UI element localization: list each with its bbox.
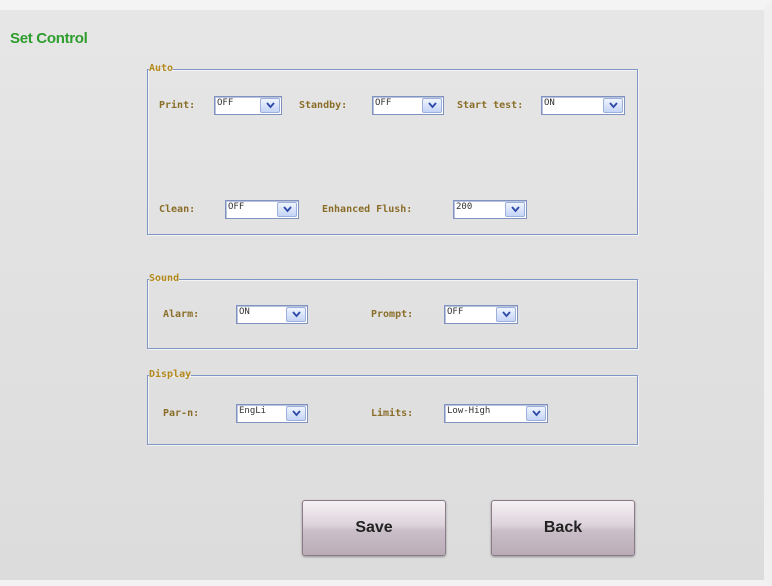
prompt-dropdown[interactable]: OFF [444,305,518,324]
alarm-label: Alarm: [163,309,200,320]
start-test-value: ON [544,98,555,108]
sound-legend: Sound [149,273,180,284]
limits-dropdown[interactable]: Low-High [444,404,548,423]
chevron-down-icon[interactable] [277,202,297,217]
page-title: Set Control [10,30,88,47]
display-legend: Display [149,369,192,380]
chevron-down-icon[interactable] [422,98,442,113]
save-button[interactable]: Save [302,500,446,556]
sound-group: Sound Alarm: ON Prompt: OFF [147,274,638,349]
standby-dropdown[interactable]: OFF [372,96,444,115]
par-n-label: Par-n: [163,408,200,419]
chevron-down-icon[interactable] [286,307,306,322]
clean-dropdown[interactable]: OFF [225,200,299,219]
chevron-down-icon[interactable] [496,307,516,322]
chevron-down-icon[interactable] [260,98,280,113]
chevron-down-icon[interactable] [505,202,525,217]
back-button[interactable]: Back [491,500,635,556]
start-test-dropdown[interactable]: ON [541,96,625,115]
chevron-down-icon[interactable] [286,406,306,421]
set-control-panel: Set Control Auto Print: OFF Standby: OFF… [0,0,772,586]
standby-value: OFF [375,98,392,108]
display-group: Display Par-n: EngLi Limits: Low-High [147,370,638,445]
chevron-down-icon[interactable] [603,98,623,113]
auto-group: Auto Print: OFF Standby: OFF Start test:… [147,64,638,235]
print-label: Print: [159,100,196,111]
limits-label: Limits: [371,408,414,419]
clean-label: Clean: [159,204,196,215]
print-value: OFF [217,98,234,108]
enhanced-flush-dropdown[interactable]: 200 [453,200,527,219]
prompt-label: Prompt: [371,309,414,320]
prompt-value: OFF [447,307,464,317]
clean-value: OFF [228,202,245,212]
limits-value: Low-High [447,406,491,416]
auto-legend: Auto [149,63,174,74]
par-n-value: EngLi [239,406,267,416]
start-test-label: Start test: [457,100,524,111]
standby-label: Standby: [299,100,348,111]
enhanced-flush-label: Enhanced Flush: [322,204,413,215]
par-n-dropdown[interactable]: EngLi [236,404,308,423]
chevron-down-icon[interactable] [526,406,546,421]
alarm-dropdown[interactable]: ON [236,305,308,324]
enhanced-flush-value: 200 [456,202,473,212]
alarm-value: ON [239,307,250,317]
print-dropdown[interactable]: OFF [214,96,282,115]
